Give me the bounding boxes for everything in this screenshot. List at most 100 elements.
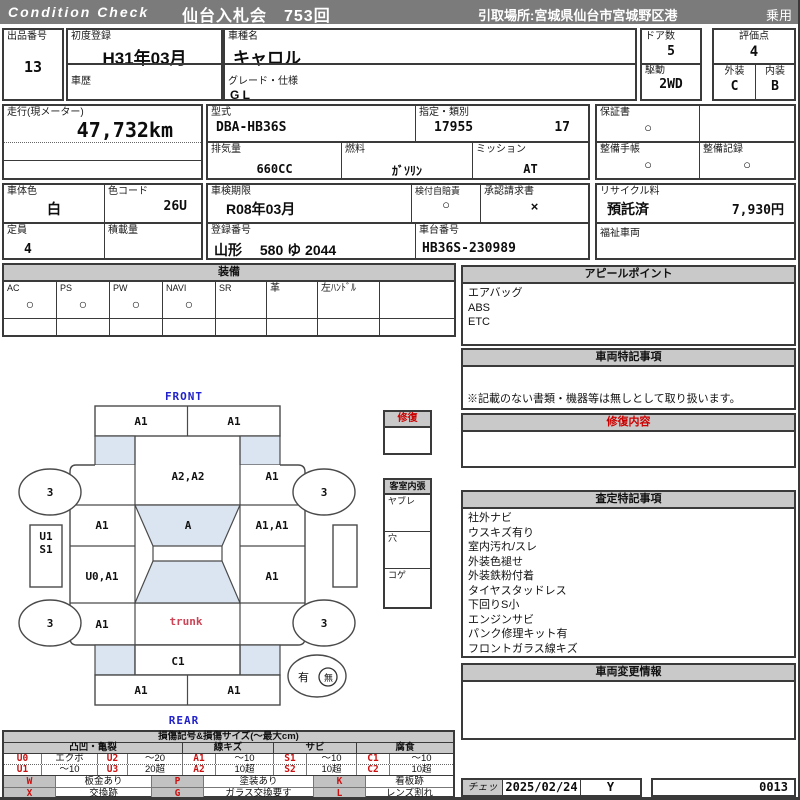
cabin-lining-box: 客室内張 ヤブレ 穴 コゲ: [383, 478, 432, 609]
service-book-label: 整備手帳: [600, 144, 640, 155]
rear-left-tire-mark: 3: [47, 617, 54, 630]
interior-value: B: [771, 78, 779, 94]
legend-code: S2: [274, 765, 307, 775]
history-label: 車歴: [71, 75, 91, 87]
rear-bumper-left-mark: A1: [134, 684, 148, 697]
insurance-value: ○: [442, 197, 450, 213]
rear-right-tire-mark: 3: [321, 617, 328, 630]
equipment-empty-row: [4, 318, 454, 319]
color-capacity-box: 車体色 白 色コード 26U 定員 4 積載量: [2, 183, 203, 260]
legend-size: エクボ: [42, 754, 98, 764]
legend-code: C1: [357, 754, 390, 764]
trunk-label: trunk: [169, 615, 202, 628]
repair-flag-box: 修復: [383, 410, 432, 455]
assessment-item: フロントガラス線キズ: [468, 642, 578, 655]
cabin-hole-label: 穴: [388, 533, 398, 543]
fuel-label: 燃料: [345, 144, 365, 155]
legend-mark-code: X: [4, 788, 56, 797]
legend-size: ～10: [42, 765, 98, 775]
model-label: 車種名: [228, 31, 258, 42]
exterior-value: C: [730, 78, 739, 94]
doors-drive-box: ドア数 5 駆動 2WD: [640, 28, 702, 101]
registration-history-box: 初度登録 H31年03月 車歴: [66, 28, 223, 101]
right-rear-quarter-mark: A1: [265, 570, 279, 583]
recycle-fee: 7,930円: [731, 202, 784, 218]
left-headlight: [94, 435, 136, 466]
check-date: 2025/02/24: [503, 780, 581, 795]
score-box: 評価点 4 外装 C 内装 B: [712, 28, 796, 101]
left-taillight: [94, 644, 136, 676]
legend-size: ～20: [128, 754, 183, 764]
assessment-item: パンク修理キット有: [468, 628, 568, 640]
service-record-label: 整備記録: [703, 144, 743, 155]
legend-group-rust: サビ: [274, 743, 357, 753]
header-bar: Condition Check 仙台入札会 753回 引取場所:宮城県仙台市宮城…: [0, 0, 798, 25]
rear-label: REAR: [169, 714, 200, 727]
insurance-label: 検付自賠責: [415, 186, 461, 196]
service-record-value: ○: [743, 156, 751, 172]
appeal-item: エアバッグ: [468, 287, 523, 299]
check-serial: 0013: [651, 778, 796, 797]
lot-number-label: 出品番号: [7, 31, 47, 42]
auction-title: 仙台入札会 753回: [182, 8, 331, 25]
assessment-title: 査定特記事項: [463, 492, 794, 509]
repair-content-panel: 修復内容: [461, 413, 796, 468]
repair-flag-title: 修復: [385, 412, 430, 428]
cabin-lining-title: 客室内張: [385, 480, 430, 495]
legend-size: 10超: [411, 764, 432, 775]
hood-mark: A2,A2: [171, 470, 204, 483]
drive-label: 駆動: [645, 64, 665, 76]
legend-mark-label: 看板跡: [395, 776, 424, 787]
transmission-label: ミッション: [476, 144, 526, 155]
model-code-label: 型式: [211, 107, 231, 118]
load-label: 積載量: [108, 225, 138, 236]
equipment-col-ps: PS ○: [57, 282, 110, 337]
pickup-location: 引取場所:宮城県仙台市宮城野区港: [478, 8, 678, 23]
legend-size: ～10: [307, 754, 357, 764]
mileage-value: 47,732km: [76, 117, 173, 142]
equipment-col-ac: AC ○: [4, 282, 57, 337]
windshield-mark: A: [185, 519, 192, 532]
right-front-fender-mark: A1: [265, 470, 279, 483]
doors-value: 5: [667, 43, 675, 59]
left-front-door-mark: A1: [95, 519, 109, 532]
repair-content-title: 修復内容: [463, 415, 794, 432]
assessment-item: 外装色褪せ: [468, 555, 523, 568]
recycle-welfare-box: リサイクル料 預託済 7,930円 福祉車両: [595, 183, 796, 260]
warranty-label: 保証書: [600, 107, 630, 118]
assessment-item: 室内汚れ/スレ: [468, 541, 538, 553]
service-book-value: ○: [644, 156, 652, 172]
legend-mark-code: W: [4, 776, 56, 787]
appeal-panel: アピールポイント エアバッグ ABS ETC: [461, 265, 796, 346]
vehicle-notes-disclaimer: ※記載のない書類・機器等は無しとして取り扱います。: [467, 393, 741, 405]
legend-mark-code: G: [152, 788, 204, 797]
lot-number-value: 13: [23, 57, 43, 76]
score-value: 4: [749, 43, 759, 60]
equipment-col-leather: 革: [267, 282, 318, 337]
left-rear-door-mark: U0,A1: [85, 570, 118, 583]
legend-size: ～10: [216, 754, 274, 764]
equipment-title: 装備: [4, 265, 454, 282]
legend-mark-label: ガラス交換要す: [204, 788, 314, 797]
welfare-label: 福祉車両: [600, 227, 640, 239]
class-number-value: 17: [554, 120, 570, 135]
right-headlight: [239, 435, 281, 466]
fuel-value: ｶﾞｿﾘﾝ: [391, 163, 422, 178]
damage-diagram: FRONT A1 A1 3 3 3 3 U1 S1 A2,A2 A1 A1 A …: [8, 388, 360, 736]
change-info-panel: 車両変更情報: [461, 663, 796, 740]
score-label: 評価点: [739, 31, 769, 42]
recycle-status: 預託済: [607, 200, 649, 217]
inspection-expiry-label: 車検期限: [211, 186, 251, 197]
legend-code: S1: [274, 754, 307, 764]
cabin-burn-label: コゲ: [388, 570, 407, 580]
front-label: FRONT: [165, 390, 203, 403]
model-code-value: DBA-HB36S: [216, 119, 287, 135]
right-taillight: [239, 644, 281, 676]
legend-code: A1: [183, 754, 216, 764]
equipment-table: 装備 AC ○ PS ○ PW ○ NAVI ○ SR 革 左ﾊﾝﾄﾞﾙ: [2, 263, 456, 337]
chassis-no-label: 車台番号: [419, 225, 459, 236]
doors-label: ドア数: [645, 31, 675, 42]
body-color-label: 車体色: [7, 186, 37, 197]
legend-code: A2: [183, 765, 216, 775]
vehicle-notes-panel: 車両特記事項 ※記載のない書類・機器等は無しとして取り扱います。: [461, 348, 796, 410]
